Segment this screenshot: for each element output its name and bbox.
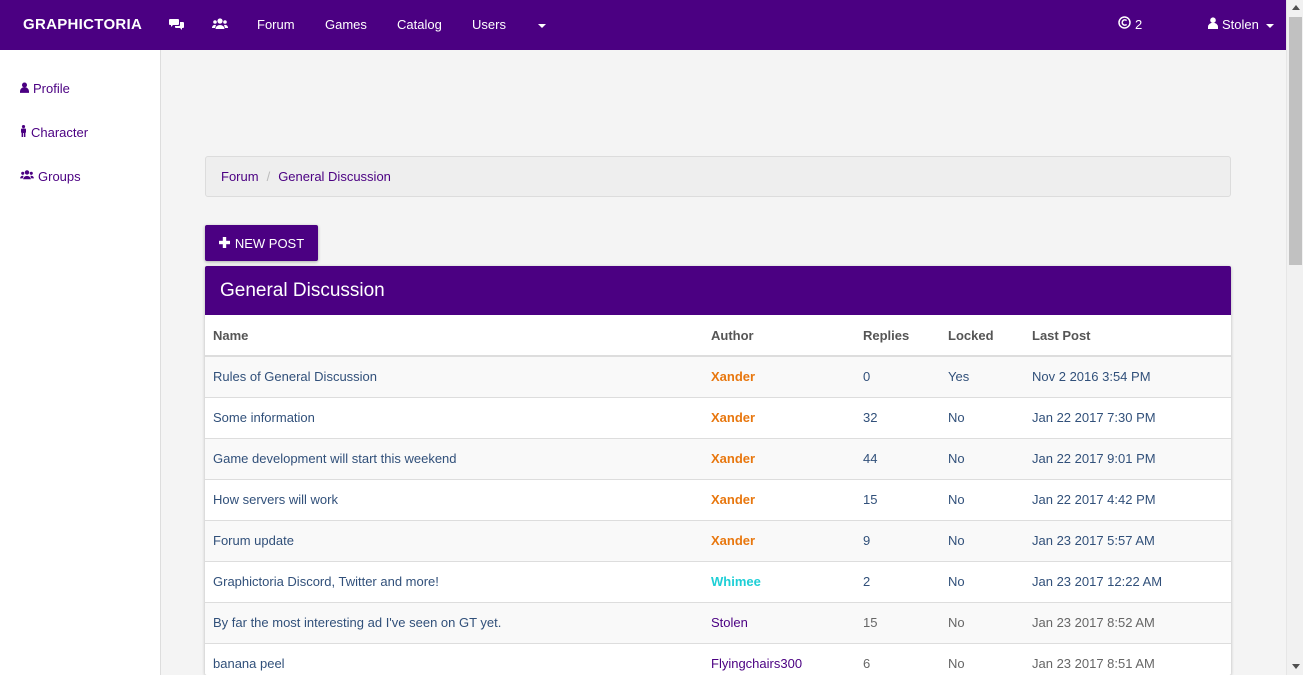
sidebar-item-character[interactable]: Character	[20, 125, 88, 140]
column-header-last-post: Last Post	[1024, 315, 1231, 357]
topic-replies: 6	[855, 642, 940, 675]
topic-locked: No	[940, 560, 1024, 602]
panel-title: General Discussion	[205, 266, 1231, 315]
user-icon	[1208, 17, 1218, 32]
topic-locked: No	[940, 642, 1024, 675]
topic-author-link[interactable]: Stolen	[711, 615, 748, 630]
scroll-thumb[interactable]	[1289, 17, 1302, 265]
new-post-label: NEW POST	[234, 235, 305, 251]
column-header-name: Name	[205, 315, 703, 357]
nav-users-link[interactable]: Users	[472, 17, 506, 32]
breadcrumb-separator: /	[266, 169, 271, 184]
male-icon	[20, 125, 27, 140]
sidebar: Profile Character Groups	[0, 50, 161, 675]
topic-locked: No	[940, 437, 1024, 479]
table-row[interactable]: banana peel Flyingchairs300 6 No Jan 23 2017…	[205, 642, 1231, 675]
topic-title-link[interactable]: banana peel	[213, 656, 285, 671]
users-icon	[20, 169, 34, 184]
table-row[interactable]: Rules of General Discussion Xander 0 Yes Nov…	[205, 355, 1231, 397]
username-label: Stolen	[1222, 17, 1259, 32]
copyright-coin-icon	[1118, 16, 1131, 32]
breadcrumb-current[interactable]: General Discussion	[278, 169, 391, 184]
page-scrollbar[interactable]	[1286, 0, 1303, 675]
currency-balance[interactable]: 2	[1118, 16, 1142, 32]
topic-author-link[interactable]: Whimee	[711, 574, 761, 589]
sidebar-item-groups[interactable]: Groups	[20, 169, 81, 184]
column-header-author: Author	[703, 315, 855, 357]
topic-title-link[interactable]: By far the most interesting ad I've seen…	[213, 615, 501, 630]
table-row[interactable]: How servers will work Xander 15 No Jan 22 20…	[205, 478, 1231, 520]
table-row[interactable]: Some information Xander 32 No Jan 22 2017 7:…	[205, 396, 1231, 438]
topic-locked: No	[940, 396, 1024, 438]
topic-replies: 9	[855, 519, 940, 561]
topic-author-link[interactable]: Xander	[711, 533, 755, 548]
topic-title-link[interactable]: How servers will work	[213, 492, 338, 507]
topic-title-link[interactable]: Rules of General Discussion	[213, 369, 377, 384]
topic-author-link[interactable]: Xander	[711, 410, 755, 425]
breadcrumb: Forum / General Discussion	[205, 156, 1231, 197]
forum-panel: General Discussion Name Author Replies L…	[205, 266, 1231, 675]
sidebar-item-label: Character	[31, 125, 89, 140]
topic-author-link[interactable]: Xander	[711, 369, 755, 384]
topic-last-post: Jan 23 2017 8:51 AM	[1024, 642, 1231, 675]
currency-amount: 2	[1135, 16, 1143, 32]
user-icon	[20, 81, 29, 96]
column-header-replies: Replies	[855, 315, 940, 357]
topic-last-post: Jan 23 2017 12:22 AM	[1024, 560, 1231, 602]
table-row[interactable]: By far the most interesting ad I've seen…	[205, 601, 1231, 643]
topic-author-link[interactable]: Xander	[711, 451, 755, 466]
breadcrumb-forum-link[interactable]: Forum	[221, 169, 259, 184]
topic-author-link[interactable]: Flyingchairs300	[711, 656, 802, 671]
topic-last-post: Nov 2 2016 3:54 PM	[1024, 355, 1231, 397]
topic-last-post: Jan 22 2017 7:30 PM	[1024, 396, 1231, 438]
topic-title-link[interactable]: Some information	[213, 410, 315, 425]
plus-icon	[218, 236, 230, 251]
chat-icon[interactable]	[169, 17, 185, 33]
column-header-locked: Locked	[940, 315, 1024, 357]
topic-locked: No	[940, 478, 1024, 520]
topic-title-link[interactable]: Graphictoria Discord, Twitter and more!	[213, 574, 439, 589]
topic-locked: No	[940, 601, 1024, 643]
topic-title-link[interactable]: Game development will start this weekend	[213, 451, 457, 466]
nav-games-link[interactable]: Games	[325, 17, 367, 32]
nav-forum-link[interactable]: Forum	[257, 17, 295, 32]
table-row[interactable]: Forum update Xander 9 No Jan 23 2017 5:57 AM	[205, 519, 1231, 561]
topic-last-post: Jan 22 2017 4:42 PM	[1024, 478, 1231, 520]
topic-last-post: Jan 22 2017 9:01 PM	[1024, 437, 1231, 479]
sidebar-item-profile[interactable]: Profile	[20, 81, 70, 96]
table-row[interactable]: Graphictoria Discord, Twitter and more! W…	[205, 560, 1231, 602]
scroll-down-arrow-icon[interactable]	[1292, 664, 1300, 669]
topic-author-link[interactable]: Xander	[711, 492, 755, 507]
topic-locked: Yes	[940, 355, 1024, 397]
topic-replies: 2	[855, 560, 940, 602]
new-post-button[interactable]: NEW POST	[205, 225, 318, 261]
top-navbar: GRAPHICTORIA Forum Games Catalog Users 2	[0, 0, 1286, 50]
table-header-row: Name Author Replies Locked Last Post	[205, 315, 1231, 357]
user-caret-icon	[1265, 23, 1274, 28]
topic-title-link[interactable]: Forum update	[213, 533, 294, 548]
topic-locked: No	[940, 519, 1024, 561]
topic-replies: 15	[855, 478, 940, 520]
scroll-up-arrow-icon[interactable]	[1292, 5, 1300, 10]
topic-replies: 15	[855, 601, 940, 643]
topic-last-post: Jan 23 2017 8:52 AM	[1024, 601, 1231, 643]
topics-table: Name Author Replies Locked Last Post Rul…	[205, 315, 1231, 675]
brand-logo[interactable]: GRAPHICTORIA	[23, 16, 142, 33]
users-icon[interactable]	[211, 17, 229, 33]
topic-last-post: Jan 23 2017 5:57 AM	[1024, 519, 1231, 561]
sidebar-item-label: Groups	[38, 169, 81, 184]
nav-catalog-link[interactable]: Catalog	[397, 17, 442, 32]
user-menu-dropdown[interactable]: Stolen	[1208, 17, 1274, 32]
topic-replies: 44	[855, 437, 940, 479]
topic-replies: 32	[855, 396, 940, 438]
table-row[interactable]: Game development will start this weekend…	[205, 437, 1231, 479]
sidebar-item-label: Profile	[33, 81, 70, 96]
topic-replies: 0	[855, 355, 940, 397]
more-dropdown-caret-icon[interactable]	[538, 24, 546, 28]
